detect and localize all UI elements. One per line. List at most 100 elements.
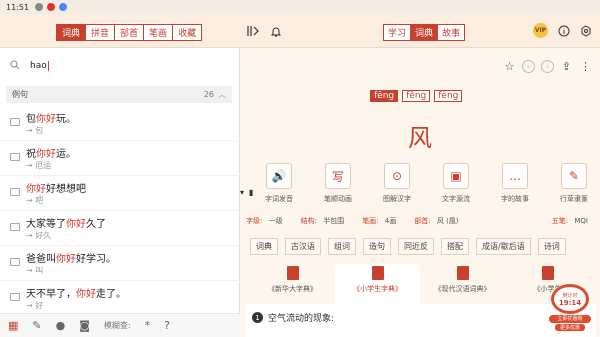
list-item[interactable]: 天不早了，你好走了。 → 好 — [0, 281, 240, 316]
tab-strokes[interactable]: 笔画 — [144, 25, 174, 40]
back-icon[interactable]: ‹ — [522, 60, 535, 73]
example-reference: → 叫 — [26, 266, 44, 275]
tab-radical[interactable]: 部首 — [115, 25, 145, 40]
tool-stroke-order[interactable]: 写笔顺动画 — [315, 163, 361, 204]
microphone-icon[interactable]: ● — [56, 319, 66, 332]
chip-collocations[interactable]: 搭配 — [441, 238, 469, 255]
book-icon — [10, 118, 20, 126]
chip-idioms[interactable]: 成语/歇后语 — [476, 238, 531, 255]
definition-text: 空气流动的现象: — [268, 314, 335, 324]
chip-poetry[interactable]: 诗词 — [537, 238, 566, 255]
vip-badge[interactable]: VIP — [533, 23, 548, 38]
promo-countdown-widget[interactable]: 倒计时 19:14 立即优惠购 更多优惠 — [547, 278, 593, 334]
fuzzy-search-label: 模糊查: — [103, 321, 131, 330]
info-strokes: 笔画: 4画 — [362, 217, 397, 225]
example-sentence: 包你好玩。 — [26, 114, 76, 125]
search-mode-tabs: 词典 拼音 部首 笔画 收藏 — [56, 24, 203, 41]
tab-study[interactable]: 学习 — [384, 25, 412, 40]
chip-synonyms[interactable]: 同近反 — [398, 238, 434, 255]
grid-icon[interactable]: ▦ — [8, 319, 18, 332]
info-structure: 结构: 半包围 — [300, 217, 345, 225]
more-icon[interactable]: ⋮ — [579, 60, 592, 73]
chip-sentences[interactable]: 造句 — [363, 238, 391, 255]
forward-icon[interactable]: › — [541, 60, 554, 73]
alarm-clock-icon: 倒计时 19:14 — [551, 284, 589, 314]
info-icon[interactable] — [556, 23, 572, 39]
status-time: 11:51 — [6, 2, 30, 12]
dict-tab[interactable]: 《小学生字典》 — [335, 264, 420, 304]
book-cover-icon — [286, 266, 299, 280]
dict-tab[interactable]: 《新华大字典》 — [250, 264, 335, 304]
tool-illustrated[interactable]: ⊙ 图解汉字 — [374, 163, 420, 204]
buy-now-button[interactable]: 立即优惠购 — [549, 315, 591, 323]
share-icon[interactable]: ⇪ — [560, 60, 573, 73]
more-offers-button[interactable]: 更多优惠 — [555, 324, 585, 331]
info-radical: 部首: 风 (風) — [414, 217, 459, 225]
examples-section-header[interactable]: 例句 26 ︿ — [6, 86, 232, 103]
pinyin-options: fēng fěng fèng — [370, 90, 463, 102]
tab-stories[interactable]: 故事 — [438, 25, 465, 40]
app-notification-icon — [47, 3, 56, 11]
definition-box: 1 空气流动的现象: — [246, 304, 596, 337]
examples-section-title: 例句 — [12, 90, 28, 99]
list-item[interactable]: 爸爸叫你好好学习。 → 叫 — [0, 246, 240, 281]
countdown-time: 19:14 — [558, 298, 582, 307]
tab-dictionary[interactable]: 词典 — [57, 25, 87, 40]
bell-icon[interactable] — [268, 23, 284, 39]
chip-dictionary[interactable]: 词典 — [250, 238, 278, 255]
google-icon — [59, 3, 68, 11]
example-sentence: 大家等了你好久了 — [26, 219, 106, 230]
notification-icon — [35, 3, 44, 11]
wildcard-star-button[interactable]: * — [145, 319, 151, 332]
list-item[interactable]: 包你好玩。 → 包 — [0, 106, 240, 141]
tool-pronunciation[interactable]: 🔊 字词发音 — [256, 163, 302, 204]
pencil-icon[interactable]: ✎ — [32, 319, 41, 332]
chevron-up-icon: ︿ — [218, 90, 226, 99]
main-mode-tabs: 学习 词典 故事 — [383, 24, 466, 41]
info-wubi: 五笔: MQI — [551, 217, 588, 225]
example-sentence: 天不早了，你好走了。 — [26, 289, 126, 300]
content-category-chips: 词典 古汉语 组词 造句 同近反 搭配 成语/歇后语 诗词 — [250, 238, 566, 255]
definition-number: 1 — [252, 312, 263, 323]
example-sentence: 祝你好运。 — [26, 149, 76, 160]
book-icon — [10, 293, 20, 301]
character-info-row: 字级: 一级 结构: 半包围 笔画: 4画 部首: 风 (風) 五笔: MQI — [246, 216, 596, 229]
pinyin-option[interactable]: fèng — [434, 90, 463, 102]
example-reference: → 好久 — [26, 231, 52, 240]
list-item[interactable]: 祝你好运。 → 厄运 — [0, 141, 240, 176]
character-detail-panel: ☆ ‹ › ⇪ ⋮ fēng fěng fèng 风 🔊 字词发音 写笔顺动画 ⊙… — [240, 48, 600, 337]
dict-tab[interactable]: 《现代汉语词典》 — [420, 264, 505, 304]
tool-calligraphy[interactable]: ✎ 行草隶篆 — [551, 163, 597, 204]
book-icon — [10, 223, 20, 231]
settings-icon[interactable] — [578, 23, 594, 39]
writing-icon: 写 — [325, 163, 351, 189]
learning-tools: 🔊 字词发音 写笔顺动画 ⊙ 图解汉字 ▣ 文字源流 … 字的故事 ✎ 行草隶篆 — [256, 163, 597, 204]
sidebar-collapse-icon[interactable] — [245, 23, 261, 39]
tool-etymology[interactable]: ▣ 文字源流 — [433, 163, 479, 204]
search-input[interactable]: hao — [30, 60, 49, 71]
tab-dict[interactable]: 词典 — [411, 25, 439, 40]
camera-icon[interactable]: ◙ — [79, 319, 90, 332]
input-toolbar: ▦ ✎ ● ◙ 模糊查: * ? — [0, 313, 240, 337]
chip-word-building[interactable]: 组词 — [328, 238, 356, 255]
top-app-bar: 词典 拼音 部首 笔画 收藏 学习 词典 故事 VIP — [0, 14, 600, 48]
chip-classical[interactable]: 古汉语 — [285, 238, 321, 255]
example-reference: → 厄运 — [26, 161, 52, 170]
book-icon — [10, 258, 20, 266]
dictionary-source-tabs: 《新华大字典》 《小学生字典》 《现代汉语词典》 《小学生 — [250, 264, 590, 304]
pinyin-option[interactable]: fěng — [402, 90, 431, 102]
wildcard-question-button[interactable]: ? — [164, 319, 170, 332]
search-bar[interactable]: hao — [0, 48, 240, 83]
book-icon — [10, 153, 20, 161]
example-reference: → 包 — [26, 126, 44, 135]
tab-favorites[interactable]: 收藏 — [173, 25, 202, 40]
list-item[interactable]: 你好好想想吧 → 吧 — [0, 176, 240, 211]
star-icon[interactable]: ☆ — [503, 60, 516, 73]
tool-story[interactable]: … 字的故事 — [492, 163, 538, 204]
list-item[interactable]: 大家等了你好久了 → 好久 — [0, 211, 240, 246]
book-cover-icon — [456, 266, 469, 280]
headword-character: 风 — [408, 124, 432, 152]
story-icon: … — [502, 163, 528, 189]
tab-pinyin[interactable]: 拼音 — [86, 25, 116, 40]
pinyin-option[interactable]: fēng — [370, 90, 399, 102]
